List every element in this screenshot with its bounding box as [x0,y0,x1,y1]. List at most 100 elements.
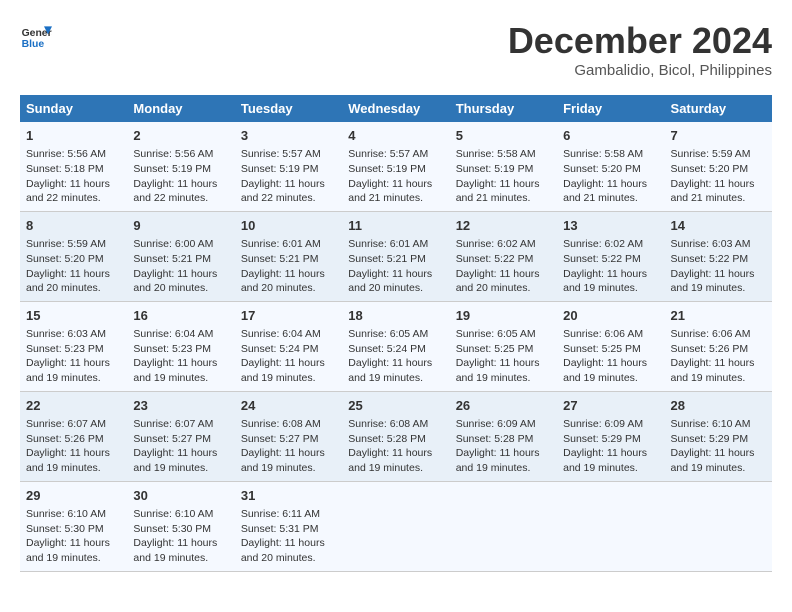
sunrise-label: Sunrise: 6:09 AM [563,418,643,430]
sunset-label: Sunset: 5:21 PM [348,253,426,265]
table-row: 19Sunrise: 6:05 AMSunset: 5:25 PMDayligh… [450,301,557,391]
sunrise-label: Sunrise: 6:09 AM [456,418,536,430]
table-row: 5Sunrise: 5:58 AMSunset: 5:19 PMDaylight… [450,122,557,211]
day-number: 17 [241,307,336,325]
location-subtitle: Gambalidio, Bicol, Philippines [508,62,772,79]
day-number: 28 [671,397,766,415]
daylight-label: Daylight: 11 hours and 19 minutes. [456,447,540,474]
daylight-label: Daylight: 11 hours and 22 minutes. [26,178,110,205]
daylight-label: Daylight: 11 hours and 19 minutes. [26,537,110,564]
sunset-label: Sunset: 5:22 PM [671,253,749,265]
daylight-label: Daylight: 11 hours and 19 minutes. [133,537,217,564]
sunrise-label: Sunrise: 6:10 AM [671,418,751,430]
sunset-label: Sunset: 5:19 PM [348,163,426,175]
daylight-label: Daylight: 11 hours and 22 minutes. [241,178,325,205]
sunset-label: Sunset: 5:20 PM [671,163,749,175]
table-row: 3Sunrise: 5:57 AMSunset: 5:19 PMDaylight… [235,122,342,211]
daylight-label: Daylight: 11 hours and 19 minutes. [241,447,325,474]
day-number: 11 [348,217,443,235]
day-number: 15 [26,307,121,325]
table-row: 10Sunrise: 6:01 AMSunset: 5:21 PMDayligh… [235,211,342,301]
sunrise-label: Sunrise: 5:56 AM [133,148,213,160]
sunset-label: Sunset: 5:19 PM [456,163,534,175]
calendar-week-row: 15 Sunrise: 6:03 AM Sunset: 5:23 PM Dayligh… [20,301,772,391]
col-monday: Monday [127,95,234,122]
calendar-week-row: 29 Sunrise: 6:10 AM Sunset: 5:30 PM Dayligh… [20,481,772,571]
table-row: 31Sunrise: 6:11 AMSunset: 5:31 PMDayligh… [235,481,342,571]
table-row: 4 Sunrise: 5:57 AM Sunset: 5:19 PM Daylight… [342,122,449,211]
day-number: 6 [563,127,658,145]
day-number: 1 [26,127,121,145]
table-row: 26Sunrise: 6:09 AMSunset: 5:28 PMDayligh… [450,391,557,481]
sunrise-label: Sunrise: 6:11 AM [241,508,320,520]
sunset-label: Sunset: 5:31 PM [241,523,319,535]
daylight-label: Daylight: 11 hours and 20 minutes. [26,268,110,295]
sunset-label: Sunset: 5:28 PM [348,433,426,445]
sunset-label: Sunset: 5:30 PM [26,523,104,535]
day-number: 21 [671,307,766,325]
day-number: 4 [348,127,443,145]
sunset-label: Sunset: 5:21 PM [133,253,211,265]
calendar-week-row: 8 Sunrise: 5:59 AM Sunset: 5:20 PM Daylight… [20,211,772,301]
sunrise-label: Sunrise: 6:10 AM [26,508,106,520]
calendar-week-row: 1 Sunrise: 5:56 AM Sunset: 5:18 PM Daylight… [20,122,772,211]
table-row: 1Sunrise: 5:56 AMSunset: 5:18 PMDaylight… [20,122,127,211]
sunset-label: Sunset: 5:30 PM [133,523,211,535]
sunset-label: Sunset: 5:22 PM [563,253,641,265]
daylight-label: Daylight: 11 hours and 22 minutes. [133,178,217,205]
title-area: December 2024 Gambalidio, Bicol, Philipp… [508,20,772,79]
daylight-label: Daylight: 11 hours and 21 minutes. [456,178,540,205]
table-row [342,481,449,571]
sunset-label: Sunset: 5:23 PM [26,343,104,355]
daylight-label: Daylight: 11 hours and 19 minutes. [563,447,647,474]
day-number: 30 [133,487,228,505]
sunset-label: Sunset: 5:25 PM [563,343,641,355]
day-number: 29 [26,487,121,505]
sunrise-label: Sunrise: 6:01 AM [241,238,321,250]
sunrise-label: Sunrise: 6:10 AM [133,508,213,520]
table-row: 22Sunrise: 6:07 AMSunset: 5:26 PMDayligh… [20,391,127,481]
sunset-label: Sunset: 5:19 PM [133,163,211,175]
day-number: 8 [26,217,121,235]
daylight-label: Daylight: 11 hours and 19 minutes. [671,357,755,384]
sunrise-label: Sunrise: 6:08 AM [348,418,428,430]
sunset-label: Sunset: 5:28 PM [456,433,534,445]
sunrise-label: Sunrise: 5:57 AM [348,148,428,160]
day-number: 10 [241,217,336,235]
daylight-label: Daylight: 11 hours and 19 minutes. [671,447,755,474]
sunrise-label: Sunrise: 6:03 AM [26,328,106,340]
table-row: 21 Sunrise: 6:06 AM Sunset: 5:26 PM Dayligh… [665,301,772,391]
daylight-label: Daylight: 11 hours and 21 minutes. [563,178,647,205]
daylight-label: Daylight: 11 hours and 19 minutes. [348,357,432,384]
table-row: 12Sunrise: 6:02 AMSunset: 5:22 PMDayligh… [450,211,557,301]
sunset-label: Sunset: 5:25 PM [456,343,534,355]
daylight-label: Daylight: 11 hours and 19 minutes. [563,357,647,384]
sunrise-label: Sunrise: 5:59 AM [26,238,106,250]
sunrise-label: Sunrise: 5:57 AM [241,148,321,160]
daylight-label: Daylight: 11 hours and 19 minutes. [26,447,110,474]
sunrise-label: Sunrise: 6:06 AM [563,328,643,340]
calendar-header-row: Sunday Monday Tuesday Wednesday Thursday… [20,95,772,122]
day-number: 27 [563,397,658,415]
day-number: 24 [241,397,336,415]
sunrise-label: Sunrise: 6:04 AM [241,328,321,340]
sunset-label: Sunset: 5:20 PM [26,253,104,265]
daylight-label: Daylight: 11 hours and 21 minutes. [348,178,432,205]
table-row: 23Sunrise: 6:07 AMSunset: 5:27 PMDayligh… [127,391,234,481]
day-number: 23 [133,397,228,415]
sunrise-label: Sunrise: 6:07 AM [26,418,106,430]
sunset-label: Sunset: 5:18 PM [26,163,104,175]
table-row: 27 Sunrise: 6:09 AM Sunset: 5:29 PM Dayligh… [557,391,664,481]
sunset-label: Sunset: 5:29 PM [563,433,641,445]
sunrise-label: Sunrise: 6:05 AM [348,328,428,340]
daylight-label: Daylight: 11 hours and 20 minutes. [241,268,325,295]
calendar-table: Sunday Monday Tuesday Wednesday Thursday… [20,95,772,572]
sunset-label: Sunset: 5:24 PM [348,343,426,355]
table-row: 15Sunrise: 6:03 AMSunset: 5:23 PMDayligh… [20,301,127,391]
sunrise-label: Sunrise: 6:06 AM [671,328,751,340]
sunrise-label: Sunrise: 5:59 AM [671,148,751,160]
sunset-label: Sunset: 5:26 PM [671,343,749,355]
sunset-label: Sunset: 5:26 PM [26,433,104,445]
sunrise-label: Sunrise: 6:07 AM [133,418,213,430]
logo-icon: General Blue [20,20,52,52]
